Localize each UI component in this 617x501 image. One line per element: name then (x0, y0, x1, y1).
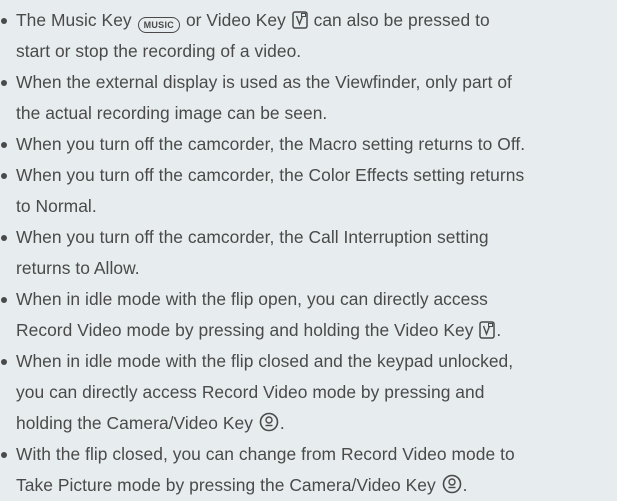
list-item: When the external display is used as the… (0, 67, 617, 129)
text: Record Video mode by pressing and holdin… (16, 320, 474, 340)
text: The Music Key (16, 10, 132, 30)
camera-video-key-icon (442, 474, 461, 494)
camera-video-key-icon (259, 412, 279, 432)
text-line: the actual recording image can be seen. (16, 103, 328, 123)
text-line: Record Video mode by pressing and holdin… (16, 315, 617, 346)
text-line: When in idle mode with the flip closed a… (16, 351, 514, 371)
video-key-icon (479, 321, 496, 339)
text-line: When the external display is used as the… (16, 72, 512, 92)
text: can also be pressed to (313, 10, 490, 30)
bullet-dot (1, 173, 7, 179)
text: or Video Key (185, 10, 286, 30)
text-line: you can directly access Record Video mod… (16, 382, 485, 402)
bullet-dot (1, 80, 7, 86)
video-key-icon (291, 11, 308, 29)
bullet-dot (1, 18, 7, 24)
list-item: When you turn off the camcorder, the Mac… (0, 129, 617, 160)
bullet-dot (1, 452, 7, 458)
bullet-dot (1, 297, 7, 303)
bullet-dot (1, 235, 7, 241)
list-item: When in idle mode with the flip open, yo… (0, 284, 617, 346)
text: holding the Camera/Video Key (16, 413, 253, 433)
text-line: holding the Camera/Video Key . (16, 408, 617, 439)
list-item: When you turn off the camcorder, the Cal… (0, 222, 617, 284)
text-line: With the flip closed, you can change fro… (16, 444, 515, 464)
text-line: When you turn off the camcorder, the Cal… (16, 227, 489, 247)
list-item: With the flip closed, you can change fro… (0, 439, 617, 501)
text-line: When you turn off the camcorder, the Mac… (16, 134, 526, 154)
text-line: Take Picture mode by pressing the Camera… (16, 470, 617, 501)
list-item: When you turn off the camcorder, the Col… (0, 160, 617, 222)
notes-list: The Music Key MUSIC or Video Key can als… (0, 0, 617, 501)
list-item: The Music Key MUSIC or Video Key can als… (0, 5, 617, 67)
text-line: to Normal. (16, 196, 97, 216)
text-line: When you turn off the camcorder, the Col… (16, 165, 525, 185)
text-line: start or stop the recording of a video. (16, 41, 302, 61)
text: . (462, 475, 468, 495)
music-key-icon: MUSIC (137, 17, 181, 33)
text: . (496, 320, 502, 340)
text-line: The Music Key MUSIC or Video Key can als… (16, 5, 617, 36)
bullet-dot (1, 359, 7, 365)
text: Take Picture mode by pressing the Camera… (16, 475, 436, 495)
text-line: returns to Allow. (16, 258, 140, 278)
bullet-dot (1, 142, 7, 148)
text: . (279, 413, 285, 433)
list-item: When in idle mode with the flip closed a… (0, 346, 617, 439)
text-line: When in idle mode with the flip open, yo… (16, 289, 488, 309)
